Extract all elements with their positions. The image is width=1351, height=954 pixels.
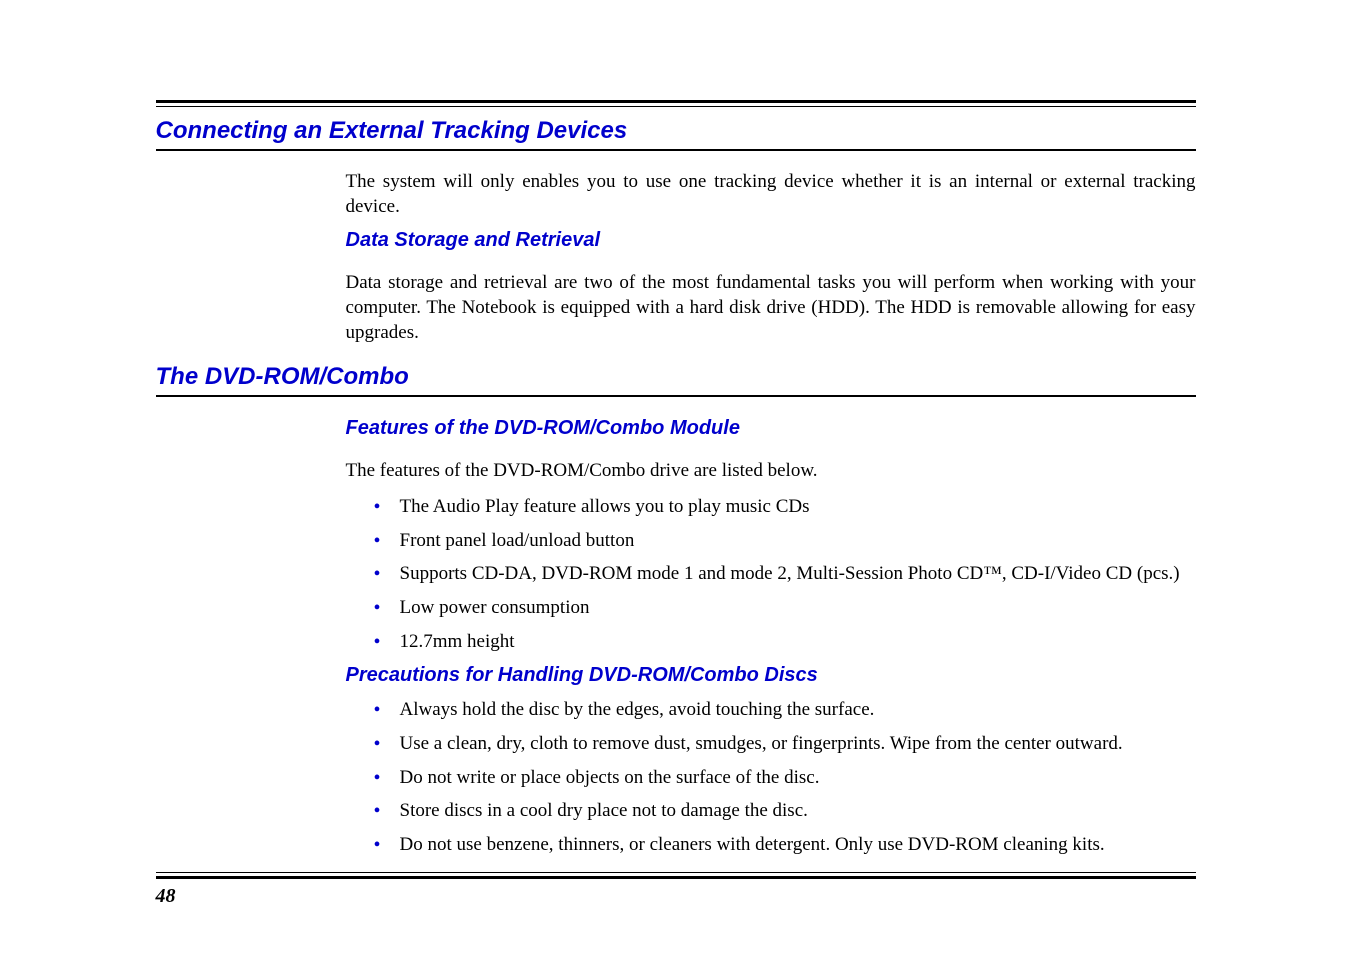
heading-underline [156, 395, 1196, 397]
subsection-heading: Features of the DVD-ROM/Combo Module [346, 417, 1196, 440]
paragraph: Data storage and retrieval are two of th… [346, 271, 1196, 345]
feature-list: The Audio Play feature allows you to pla… [346, 494, 1196, 654]
list-item: 12.7mm height [374, 629, 1196, 655]
list-item: Low power consumption [374, 595, 1196, 621]
heading-underline [156, 149, 1196, 151]
list-item: The Audio Play feature allows you to pla… [374, 494, 1196, 520]
list-item: Supports CD-DA, DVD-ROM mode 1 and mode … [374, 561, 1196, 587]
list-item: Use a clean, dry, cloth to remove dust, … [374, 731, 1196, 757]
list-item: Always hold the disc by the edges, avoid… [374, 697, 1196, 723]
subsection-heading: Data Storage and Retrieval [346, 229, 1196, 252]
section-heading-2: The DVD-ROM/Combo [156, 363, 1196, 391]
list-item: Do not write or place objects on the sur… [374, 765, 1196, 791]
paragraph: The system will only enables you to use … [346, 170, 1196, 219]
subsection-heading: Precautions for Handling DVD-ROM/Combo D… [346, 664, 1196, 687]
list-item: Do not use benzene, thinners, or cleaner… [374, 832, 1196, 858]
precaution-list: Always hold the disc by the edges, avoid… [346, 697, 1196, 857]
paragraph: The features of the DVD-ROM/Combo drive … [346, 459, 1196, 484]
bottom-rule [156, 872, 1196, 879]
document-page: Connecting an External Tracking Devices … [6, 0, 1346, 928]
section-heading-1: Connecting an External Tracking Devices [156, 117, 1196, 145]
list-item: Store discs in a cool dry place not to d… [374, 798, 1196, 824]
top-rule [156, 100, 1196, 107]
list-item: Front panel load/unload button [374, 528, 1196, 554]
page-number: 48 [156, 885, 1196, 908]
